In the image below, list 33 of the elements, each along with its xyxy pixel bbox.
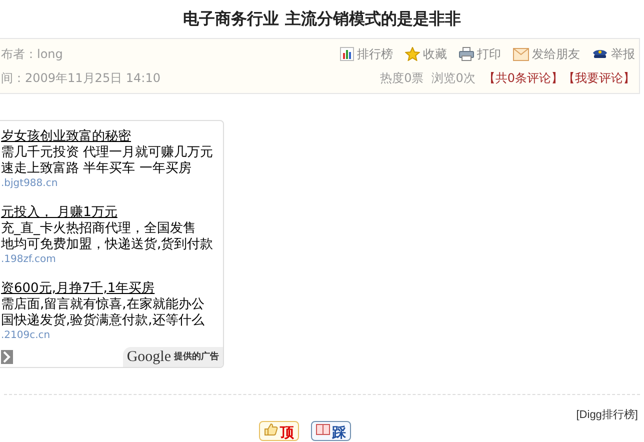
time-text: 间：2009年11月25日 14:10: [1, 70, 160, 87]
ad-title-link[interactable]: 资600元,月挣7千,1年买房: [1, 281, 223, 297]
bar-chart-icon: [340, 47, 354, 61]
ad-description: 需几千元投资 代理一月就可赚几万元: [1, 145, 214, 161]
envelope-icon: [513, 48, 529, 60]
star-icon: [405, 47, 420, 61]
thumbs-up-icon: [264, 423, 278, 436]
ad-url: .198zf.com: [1, 253, 57, 267]
ad-url: .2109c.cn: [1, 329, 52, 343]
ad-url: .bjgt988.cn: [1, 177, 59, 191]
ad-description: 国快递发货,验货满意付款,还等什么: [1, 313, 206, 329]
ad-description: 速走上致富路 半年买车 一年买房: [1, 161, 192, 177]
ad-title-link[interactable]: 元投入， 月赚1万元: [1, 205, 223, 221]
ad-attribution-text: 提供的广告: [174, 350, 219, 364]
author-text: 布者：long: [1, 46, 63, 63]
toolbar-link[interactable]: 收藏: [405, 45, 447, 63]
stat-text: 热度0票: [380, 70, 424, 87]
vote-button[interactable]: 顶: [259, 421, 299, 441]
ad-description: 需店面,留言就有惊喜,在家就能办公: [1, 297, 206, 313]
article-title: 电子商务行业 主流分销模式的是是非非: [183, 8, 461, 30]
police-cap-icon: [592, 48, 608, 60]
vote-button[interactable]: 踩: [311, 421, 351, 441]
comment-link[interactable]: 【共0条评论】: [483, 69, 563, 87]
google-wordmark: Google: [126, 348, 171, 367]
comment-link[interactable]: 【我要评论】: [563, 69, 635, 87]
stat-text: 浏览0次: [432, 70, 476, 87]
ad-description: 充_直_卡火热招商代理，全国发售: [1, 221, 197, 237]
ad-title-link[interactable]: 岁女孩创业致富的秘密: [1, 129, 223, 145]
ad-description: 地均可免费加盟，快递送货,货到付款: [1, 237, 214, 253]
digg-ranking-link[interactable]: [Digg排行榜]: [576, 407, 638, 424]
book-icon: [316, 423, 330, 436]
next-arrow-icon[interactable]: [1, 350, 13, 364]
printer-icon: [459, 47, 474, 61]
